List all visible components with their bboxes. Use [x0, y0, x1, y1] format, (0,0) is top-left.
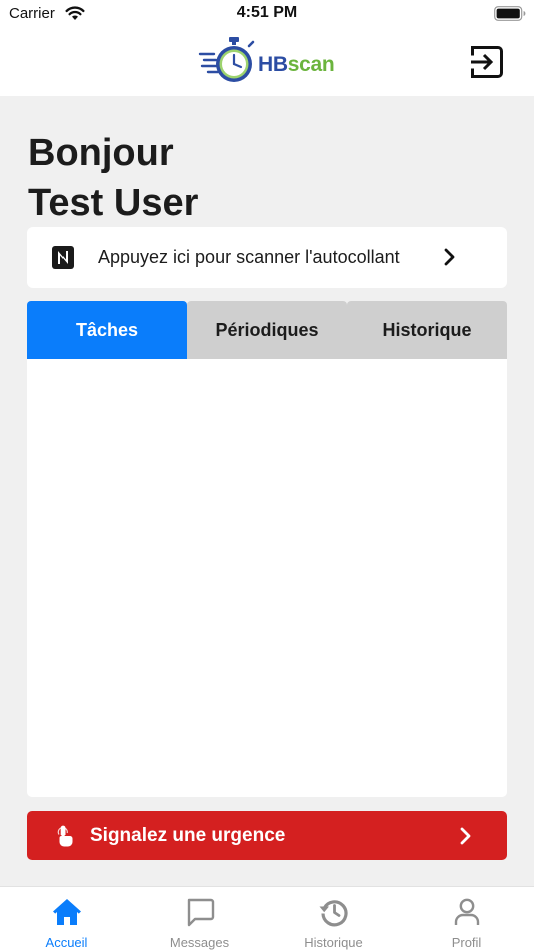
stopwatch-icon [198, 37, 255, 82]
touch-icon [57, 825, 73, 847]
user-icon [454, 898, 479, 925]
chevron-right-icon [460, 827, 471, 845]
greeting: Bonjour Test User [28, 128, 198, 228]
nfc-icon [52, 246, 74, 269]
status-time: 4:51 PM [236, 4, 298, 21]
tabbar-label-historique: Historique [304, 935, 363, 950]
scan-sticker-button[interactable]: Appuyez ici pour scanner l'autocollant [27, 227, 507, 288]
logo-text: HBscan [258, 53, 335, 77]
greeting-user-name: Test User [28, 182, 199, 224]
home-icon [52, 899, 81, 925]
tasks-list-panel [27, 359, 507, 797]
bottom-tab-bar: Accueil Messages Historique Profil [0, 886, 534, 950]
status-bar: Carrier 4:51 PM [0, 0, 534, 28]
app-logo: HBscan [196, 34, 341, 88]
tabbar-item-profil[interactable]: Profil [400, 887, 533, 950]
logo-text-hb: HB [258, 53, 288, 76]
history-icon [319, 900, 348, 927]
logo-text-scan: scan [287, 53, 335, 76]
tabbar-item-messages[interactable]: Messages [133, 887, 266, 950]
tabbar-label-profil: Profil [451, 935, 482, 950]
tabbar-label-messages: Messages [169, 935, 230, 950]
tab-taches[interactable]: Tâches [27, 301, 187, 359]
battery-icon [494, 6, 526, 21]
message-icon [187, 898, 214, 927]
chevron-right-icon [444, 248, 455, 266]
greeting-line-1: Bonjour [28, 132, 174, 174]
report-emergency-label: Signalez une urgence [90, 825, 286, 846]
tabbar-label-accueil: Accueil [45, 935, 88, 950]
tab-periodiques[interactable]: Périodiques [187, 301, 347, 359]
tabbar-item-historique[interactable]: Historique [267, 887, 400, 950]
tab-historique[interactable]: Historique [347, 301, 507, 359]
report-emergency-button[interactable]: Signalez une urgence [27, 811, 507, 860]
logout-icon[interactable] [470, 45, 504, 79]
app-header: HBscan [0, 28, 534, 96]
scan-label: Appuyez ici pour scanner l'autocollant [98, 247, 400, 267]
tabbar-item-accueil[interactable]: Accueil [0, 887, 133, 950]
